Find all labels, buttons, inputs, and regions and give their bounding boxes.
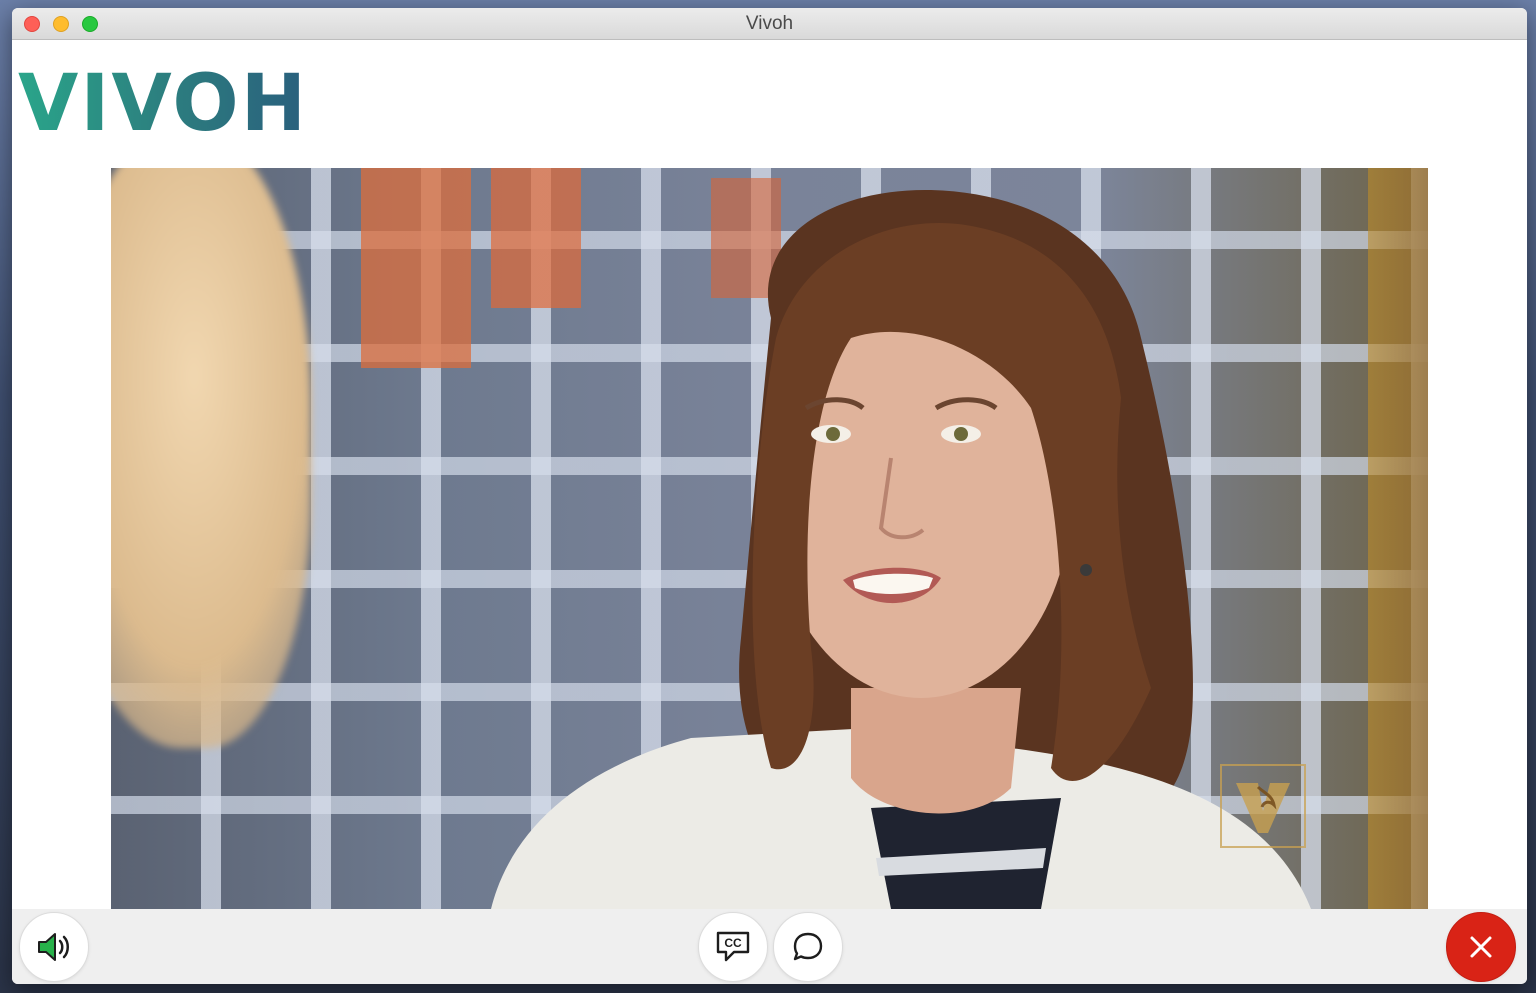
vivoh-logo: VIVOH [18, 59, 308, 149]
watermark-logo [1220, 764, 1306, 848]
sound-button[interactable] [19, 912, 89, 982]
vanderbilt-v-icon [1236, 783, 1290, 833]
closed-captions-button[interactable]: CC [698, 912, 768, 982]
speaker-volume-icon [38, 933, 69, 961]
video-player[interactable] [111, 168, 1428, 909]
title-bar[interactable]: Vivoh [12, 8, 1527, 40]
cc-label: CC [724, 936, 742, 950]
chat-button[interactable] [773, 912, 843, 982]
chat-bubble-icon [793, 932, 823, 961]
app-window: Vivoh VIVOH CC [12, 8, 1527, 984]
close-icon [1470, 936, 1492, 958]
control-bar: CC [12, 909, 1527, 984]
end-session-button[interactable] [1446, 912, 1516, 982]
closed-captions-icon: CC [716, 931, 750, 962]
logo-text: VIVOH [18, 59, 308, 149]
window-title: Vivoh [745, 13, 794, 34]
